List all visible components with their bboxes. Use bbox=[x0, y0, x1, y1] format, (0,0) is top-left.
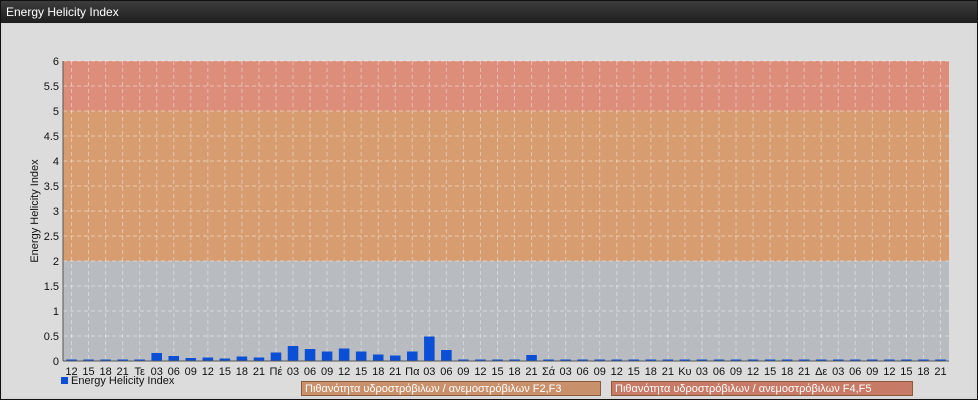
x-tick-label: 18 bbox=[372, 366, 384, 378]
x-tick-label: 03 bbox=[832, 366, 844, 378]
bar bbox=[304, 349, 316, 361]
y-tick-label: 2 bbox=[53, 256, 59, 268]
x-tick-label: 03 bbox=[423, 366, 435, 378]
x-tick-label: 03 bbox=[696, 366, 708, 378]
x-tick-label: 09 bbox=[730, 366, 742, 378]
chart-window: Energy Helicity Index 0 0.5 1 1.5 2 2.5 3 3.5 4 4… bbox=[0, 0, 978, 400]
x-tick-label: Δε bbox=[815, 366, 827, 378]
x-tick-label: 06 bbox=[849, 366, 861, 378]
x-tick-label: 12 bbox=[883, 366, 895, 378]
x-tick-label: Πέ bbox=[270, 366, 283, 378]
band-label-f2f3: Πιθανότητα υδροστρόβιλων / ανεμοστρόβιλω… bbox=[301, 381, 601, 396]
x-tick-label: 18 bbox=[781, 366, 793, 378]
bar bbox=[236, 356, 248, 361]
bar bbox=[168, 356, 180, 361]
x-tick-label: 15 bbox=[491, 366, 503, 378]
y-tick-label: 1 bbox=[53, 306, 59, 318]
x-tick-label: 21 bbox=[253, 366, 265, 378]
x-tick-label: 06 bbox=[713, 366, 725, 378]
y-tick-label: 5.5 bbox=[44, 81, 59, 93]
x-tick-label: 12 bbox=[611, 366, 623, 378]
x-tick-label: 12 bbox=[474, 366, 486, 378]
y-tick-label: 5 bbox=[53, 106, 59, 118]
x-tick-label: 18 bbox=[236, 366, 248, 378]
x-tick-label: Πα bbox=[405, 366, 420, 378]
x-tick-label: 18 bbox=[917, 366, 929, 378]
y-tick-label: 4.5 bbox=[44, 131, 59, 143]
x-tick-label: 12 bbox=[338, 366, 350, 378]
x-tick-label: Κυ bbox=[678, 366, 691, 378]
x-tick-label: 21 bbox=[934, 366, 946, 378]
x-tick-label: 15 bbox=[355, 366, 367, 378]
x-tick-label: 09 bbox=[321, 366, 333, 378]
y-tick-label: 0.5 bbox=[44, 331, 59, 343]
bar bbox=[321, 351, 333, 361]
x-tick-label: 12 bbox=[202, 366, 214, 378]
bar bbox=[526, 355, 537, 361]
y-axis-label: Energy Helicity Index bbox=[29, 159, 41, 263]
y-tick-label: 0 bbox=[53, 356, 59, 368]
x-tick-label: 21 bbox=[389, 366, 401, 378]
x-tick-label: 09 bbox=[866, 366, 878, 378]
x-tick-label: 12 bbox=[747, 366, 759, 378]
x-tick-label: 15 bbox=[764, 366, 776, 378]
x-tick-label: 18 bbox=[645, 366, 657, 378]
y-tick-label: 3 bbox=[53, 206, 59, 218]
band-label-f4f5: Πιθανότητα υδροστρόβιλων / ανεμοστρόβιλω… bbox=[611, 381, 913, 396]
y-tick-label: 4 bbox=[53, 156, 59, 168]
legend-ehi[interactable]: Energy Helicity Index bbox=[61, 375, 174, 387]
x-tick-label: 09 bbox=[594, 366, 606, 378]
y-tick-label: 2.5 bbox=[44, 231, 59, 243]
y-tick-label: 1.5 bbox=[44, 281, 59, 293]
legend-label: Energy Helicity Index bbox=[71, 375, 175, 387]
bar bbox=[253, 357, 265, 361]
window-title: Energy Helicity Index bbox=[1, 1, 977, 23]
x-tick-label: 21 bbox=[798, 366, 810, 378]
x-tick-label: 15 bbox=[628, 366, 640, 378]
y-tick-label: 6 bbox=[53, 56, 59, 68]
x-tick-label: 21 bbox=[662, 366, 674, 378]
bar bbox=[389, 355, 401, 361]
x-tick-label: 06 bbox=[304, 366, 316, 378]
bar bbox=[270, 352, 282, 361]
x-tick-label: Σά bbox=[542, 366, 556, 378]
ehi-chart: 00.511.522.533.544.555.5612 15 18 21 Τε 03 06 0… bbox=[29, 56, 949, 378]
bar bbox=[151, 353, 162, 361]
x-tick-label: 06 bbox=[577, 366, 589, 378]
bar bbox=[287, 346, 299, 361]
x-tick-label: 06 bbox=[440, 366, 452, 378]
x-tick-label: 03 bbox=[287, 366, 299, 378]
legend-swatch bbox=[61, 377, 68, 384]
x-tick-label: 21 bbox=[525, 366, 537, 378]
x-tick-label: 09 bbox=[457, 366, 469, 378]
bar bbox=[424, 336, 435, 361]
bar bbox=[372, 354, 384, 361]
chart-area: 0 0.5 1 1.5 2 2.5 3 3.5 4 4.5 5 5.5 6 12 15 18 21 Τε 03 06 0… bbox=[3, 24, 975, 397]
bar bbox=[407, 351, 418, 361]
x-tick-label: 18 bbox=[508, 366, 520, 378]
x-tick-label: 09 bbox=[185, 366, 197, 378]
bar bbox=[338, 348, 350, 361]
bar bbox=[355, 351, 367, 361]
bar bbox=[441, 350, 452, 361]
bar bbox=[202, 357, 214, 361]
x-tick-label: 03 bbox=[560, 366, 572, 378]
x-tick-label: 15 bbox=[900, 366, 912, 378]
y-tick-label: 3.5 bbox=[44, 181, 59, 193]
x-tick-label: 15 bbox=[219, 366, 231, 378]
